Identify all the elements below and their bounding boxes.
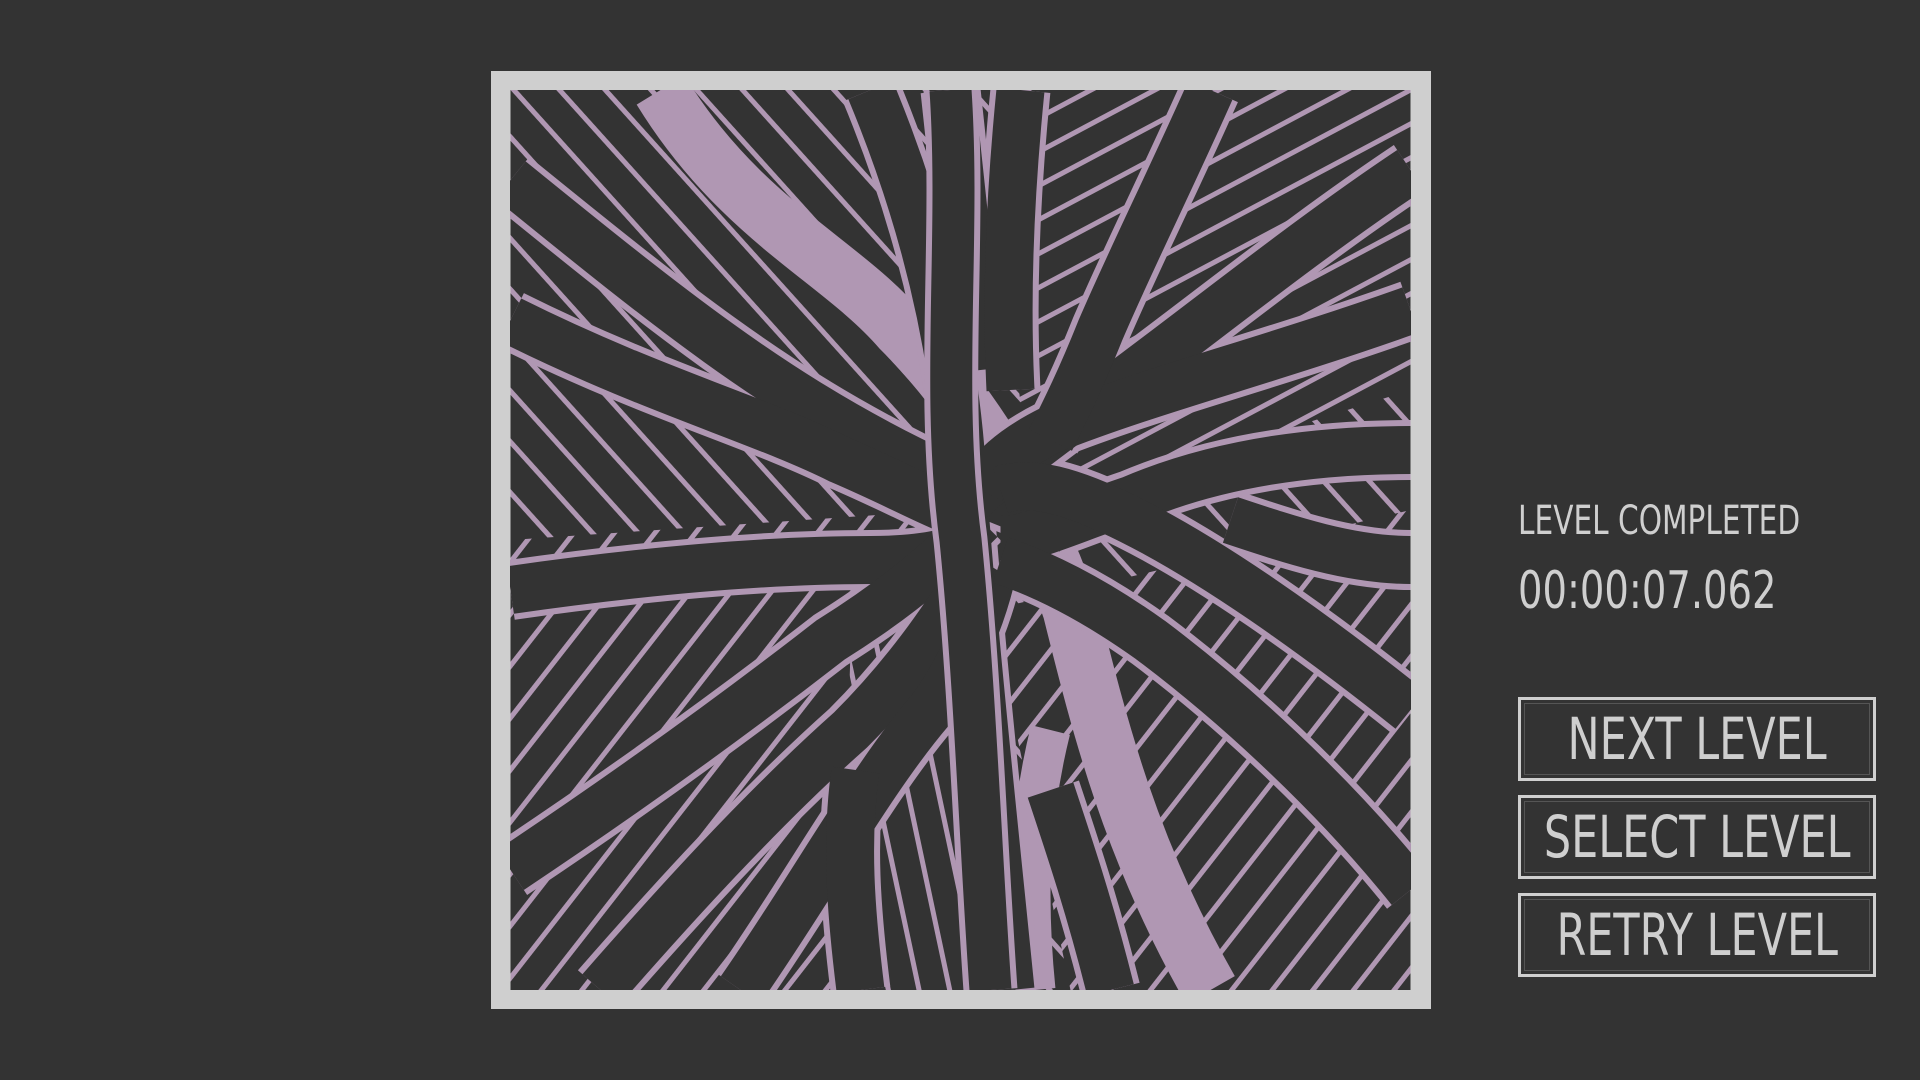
- puzzle-board: [510, 90, 1411, 990]
- next-level-label: NEXT LEVEL: [1567, 705, 1827, 773]
- completion-timer: 00:00:07.062: [1518, 561, 1777, 621]
- select-level-button[interactable]: SELECT LEVEL: [1518, 795, 1876, 879]
- level-completed-label: LEVEL COMPLETED: [1518, 498, 1801, 544]
- retry-level-button[interactable]: RETRY LEVEL: [1518, 893, 1876, 977]
- retry-level-label: RETRY LEVEL: [1556, 901, 1838, 969]
- next-level-button[interactable]: NEXT LEVEL: [1518, 697, 1876, 781]
- puzzle-frame: [491, 71, 1431, 1009]
- select-level-label: SELECT LEVEL: [1543, 803, 1851, 871]
- puzzle-artwork: [510, 90, 1411, 990]
